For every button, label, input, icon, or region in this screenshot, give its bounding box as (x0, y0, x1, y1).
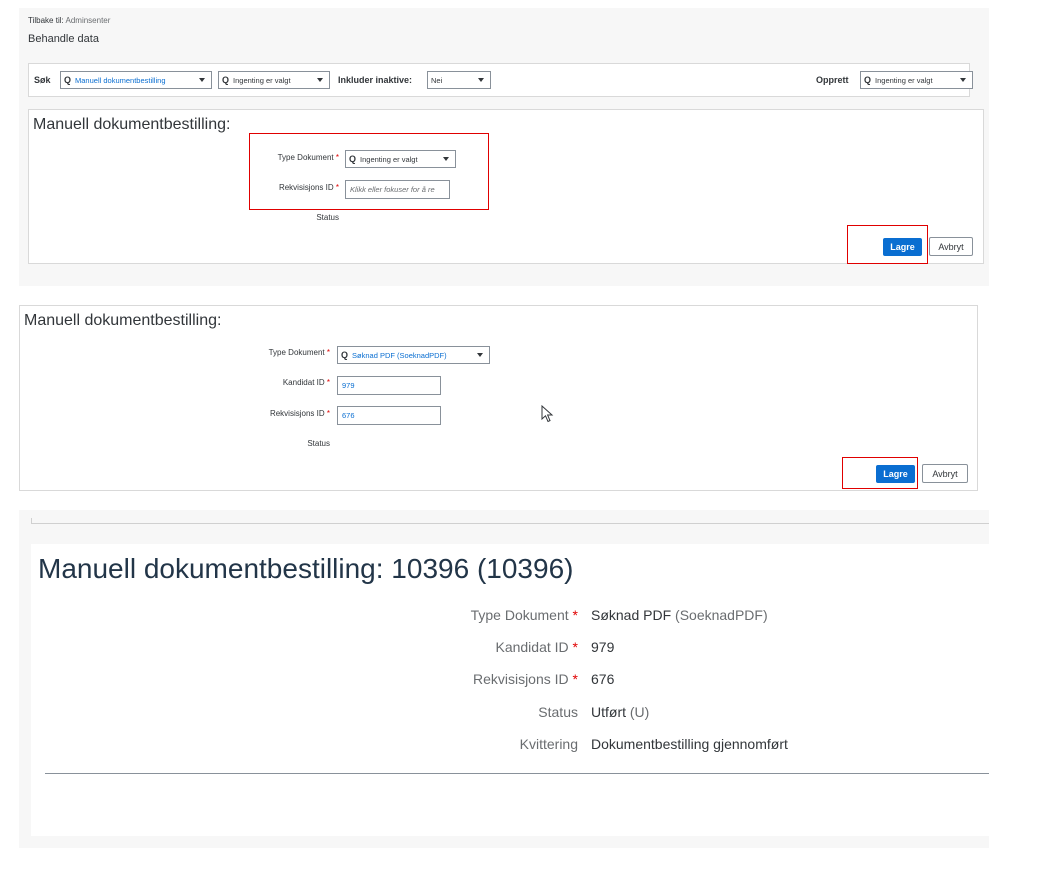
detail-label-status: Status (538, 704, 578, 720)
form-title: Manuell dokumentbestilling: (33, 116, 231, 133)
detail-value-kandidat-id: 979 (591, 639, 615, 655)
search-icon: Q (64, 74, 72, 85)
highlight-box-required-fields (249, 133, 489, 210)
panel-search-form: Tilbake til: Adminsenter Behandle data S… (19, 8, 989, 286)
rekvisisjons-id-label: Rekvisisjons ID * (269, 409, 330, 418)
highlight-box-save (842, 457, 918, 489)
breadcrumb: Tilbake til: Adminsenter (28, 16, 111, 25)
detail-value-type-document: Søknad PDF (SoeknadPDF) (591, 607, 768, 623)
kandidat-id-input[interactable]: 979 (337, 376, 441, 395)
divider (31, 523, 989, 524)
mouse-cursor-icon (541, 405, 554, 423)
order-form-empty: Manuell dokumentbestilling: Type Dokumen… (28, 109, 984, 264)
status-label: Status (307, 439, 330, 448)
divider-tick (31, 518, 32, 523)
include-inactive-label: Inkluder inaktive: (338, 75, 413, 85)
filter-bar: Søk Q Manuell dokumentbestilling Q Ingen… (28, 63, 973, 97)
cancel-button[interactable]: Avbryt (922, 464, 968, 483)
back-link-adminsenter[interactable]: Adminsenter (66, 16, 111, 25)
search-icon: Q (864, 74, 872, 85)
order-form-filled: Manuell dokumentbestilling: Type Dokumen… (19, 305, 978, 491)
search-icon: Q (222, 74, 230, 85)
caret-down-icon (478, 78, 484, 82)
detail-label-rekvisisjons-id: Rekvisisjons ID * (472, 671, 578, 687)
caret-down-icon (477, 353, 483, 357)
include-inactive-select[interactable]: Nei (427, 71, 491, 89)
caret-down-icon (317, 78, 323, 82)
search-item-select[interactable]: Q Ingenting er valgt (218, 71, 330, 89)
type-document-select[interactable]: Q Søknad PDF (SoeknadPDF) (337, 346, 490, 364)
search-icon: Q (341, 349, 349, 360)
rekvisisjons-id-input[interactable]: 676 (337, 406, 441, 425)
detail-label-type-document: Type Dokument * (470, 607, 578, 623)
detail-value-status: Utført (U) (591, 704, 650, 720)
detail-value-kvittering: Dokumentbestilling gjennomført (591, 736, 788, 752)
caret-down-icon (199, 78, 205, 82)
search-label: Søk (34, 75, 51, 85)
cancel-button[interactable]: Avbryt (929, 237, 973, 256)
kandidat-id-label: Kandidat ID * (282, 378, 330, 387)
caret-down-icon (960, 78, 966, 82)
status-label: Status (316, 213, 339, 222)
create-label: Opprett (816, 75, 849, 85)
panel-order-result: Manuell dokumentbestilling: 10396 (10396… (19, 510, 989, 848)
page-title: Behandle data (28, 33, 99, 45)
highlight-box-save (847, 225, 928, 264)
order-detail-card: Manuell dokumentbestilling: 10396 (10396… (31, 544, 989, 836)
detail-label-kvittering: Kvittering (519, 736, 578, 752)
detail-value-rekvisisjons-id: 676 (591, 671, 615, 687)
form-title: Manuell dokumentbestilling: (24, 312, 222, 329)
search-type-select[interactable]: Q Manuell dokumentbestilling (60, 71, 212, 89)
detail-label-kandidat-id: Kandidat ID * (495, 639, 578, 655)
order-title: Manuell dokumentbestilling: 10396 (10396… (38, 553, 574, 584)
type-document-label: Type Dokument * (268, 348, 330, 357)
create-select[interactable]: Q Ingenting er valgt (860, 71, 973, 89)
divider (45, 773, 989, 774)
